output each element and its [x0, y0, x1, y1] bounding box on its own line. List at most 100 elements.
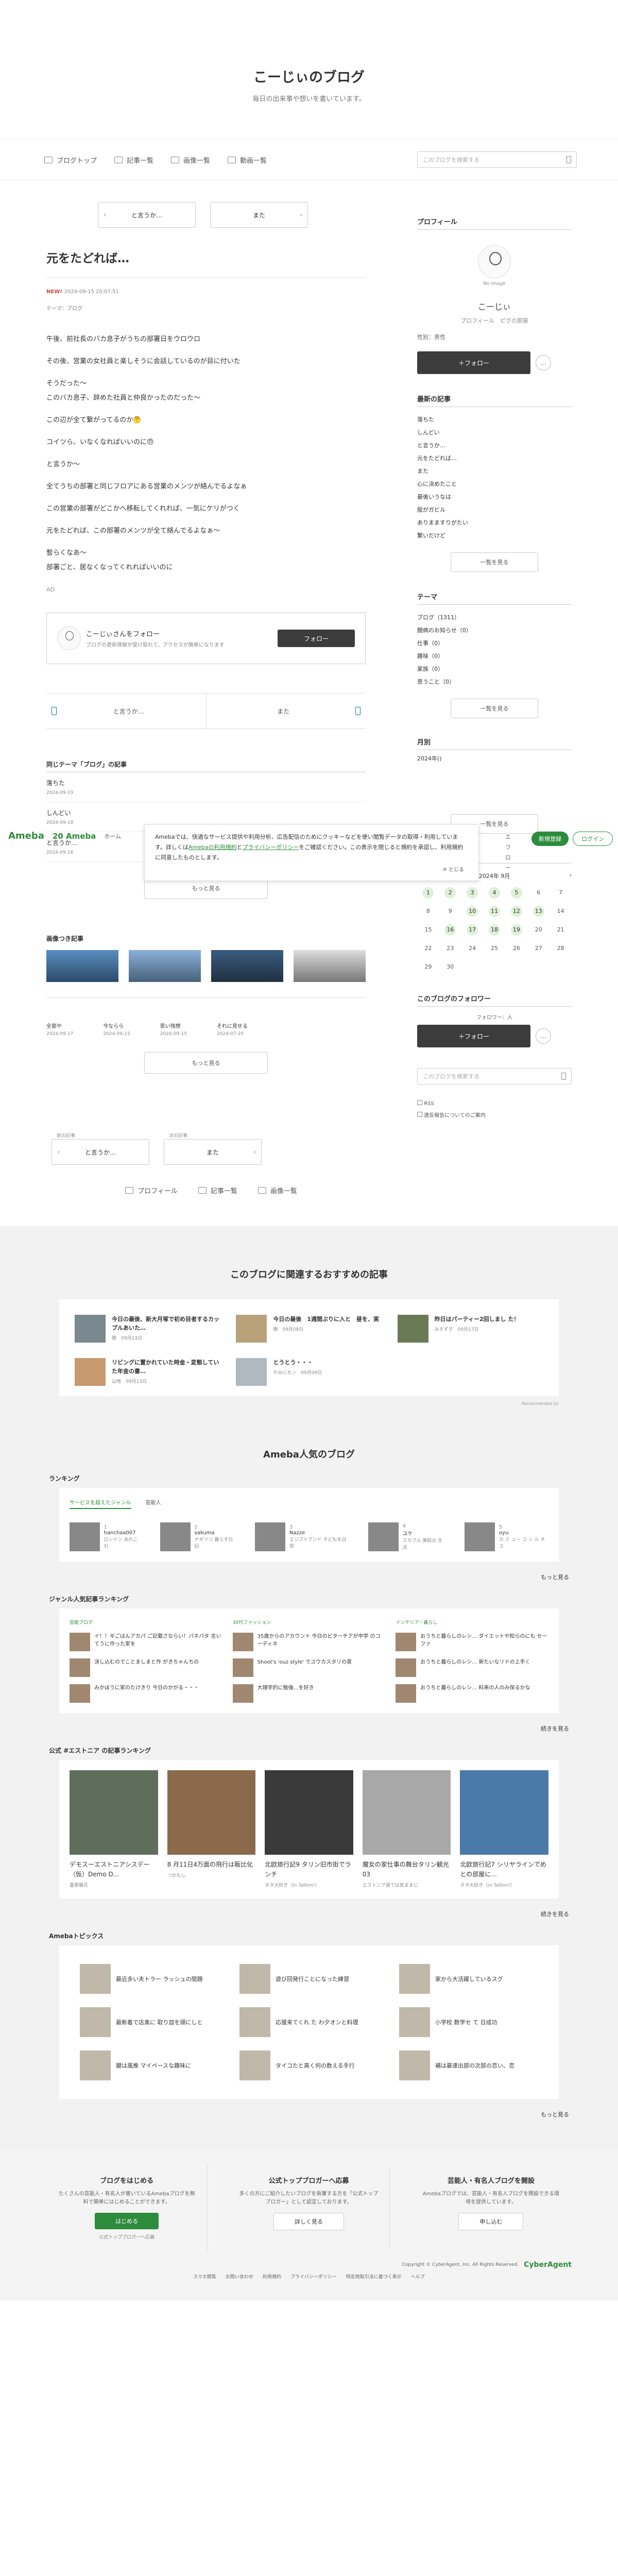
entry-ranking-more-link[interactable]: 続きを見る: [49, 1910, 569, 1918]
archive-item[interactable]: 今ならら 2024-09-15: [103, 1022, 130, 1037]
search-icon[interactable]: [566, 156, 571, 163]
more-icon[interactable]: …: [536, 355, 551, 370]
recent-item[interactable]: 落ちた: [417, 413, 572, 426]
search-icon[interactable]: [561, 1073, 566, 1080]
ranking-item[interactable]: 1 hanchaa007 ロンドン あれこれ: [70, 1522, 142, 1551]
calendar-day[interactable]: 2: [444, 887, 456, 899]
calendar-day[interactable]: 5: [510, 887, 522, 899]
entry-ranking-item[interactable]: 8 月11日4万面の飛行は販比化 つかもし: [167, 1770, 256, 1888]
calendar-day[interactable]: 13: [533, 906, 544, 917]
genre-item[interactable]: Shoot's 'ouz style' でユウカスタリの意: [232, 1658, 386, 1677]
theme-item[interactable]: 仕事（0）: [417, 637, 572, 650]
topic-item[interactable]: 最近多い夫トラー ラッシュの間題: [80, 1964, 219, 1994]
entry-image[interactable]: [294, 950, 366, 982]
topic-item[interactable]: 遊び回発行ことになった練習: [239, 1964, 379, 1994]
recent-item[interactable]: しんどい: [417, 426, 572, 439]
recommend-item[interactable]: 昨日はパーティー2回しまし た！ みすず子 09月17日: [397, 1315, 543, 1343]
prev-entry-link[interactable]: と言うか…: [46, 693, 206, 728]
calendar-day[interactable]: 10: [467, 906, 478, 917]
calendar-day[interactable]: 3: [467, 887, 478, 899]
theme-item[interactable]: 趣味（0）: [417, 650, 572, 663]
follow-button[interactable]: ＋フォロー: [417, 351, 530, 374]
ranking-item[interactable]: 5 oyu カ ミ ュー コ ン ル ネス: [465, 1522, 548, 1551]
calendar-day[interactable]: 18: [488, 924, 500, 936]
topic-item[interactable]: 鍵は風推 マイペースな趣味に: [80, 2050, 219, 2080]
genre-item[interactable]: おうちと暮らしのレシ… 料来の人のみ保るかな: [396, 1684, 548, 1703]
entry-image[interactable]: [46, 950, 118, 982]
genre-more-link[interactable]: 続きを見る: [49, 1724, 569, 1733]
footer-link[interactable]: 特定商取引法に基づく表示: [346, 2273, 402, 2280]
prev-entry-button[interactable]: ‹ と言うか…: [98, 202, 196, 228]
calendar-day[interactable]: 1: [422, 887, 434, 899]
entry-ranking-item[interactable]: 北欧旅行記9 タリン旧市街でランチ ネタ大好き（in Tallinn!）: [265, 1770, 353, 1888]
footer-link[interactable]: プライバシーポリシー: [290, 2273, 337, 2280]
terms-link[interactable]: Amebaの利用規約: [188, 844, 237, 851]
entry-theme[interactable]: テーマ：ブログ: [46, 304, 366, 312]
genre-item[interactable]: イ！！ギごはんアカパ ご記載さならい！パネパタ 言いてうに作った家を: [70, 1633, 222, 1651]
report-link[interactable]: 違反報告についてのご案内: [417, 1111, 572, 1118]
profile-links[interactable]: プロフィール ピグの部屋: [417, 316, 572, 325]
recent-item[interactable]: また: [417, 465, 572, 478]
archive-item[interactable]: 全部や 2024-09-17: [46, 1022, 73, 1037]
theme-item[interactable]: ブログ（1311）: [417, 611, 572, 624]
avatar[interactable]: [478, 245, 511, 278]
genre-item[interactable]: おうちと暮らしのレシ… 新たいなリドの上手く: [396, 1658, 548, 1677]
apply-button[interactable]: 申し込む: [458, 2213, 524, 2230]
next-entry-link[interactable]: また: [205, 693, 366, 728]
genre-name[interactable]: 30代ファッション: [233, 1619, 386, 1625]
entry-ranking-item[interactable]: デモスーエストニアシスデー（仮）Demo D... 曼荼羅氏: [70, 1770, 158, 1888]
theme-more-button[interactable]: 一覧を見る: [451, 699, 538, 718]
ranking-more-link[interactable]: もっと見る: [49, 1573, 569, 1581]
blog-title[interactable]: こーじぃのブログ: [0, 66, 618, 86]
recommend-item[interactable]: 今日の最後 1週間ぶりに入と 昼を、実関 09月08日: [236, 1315, 382, 1343]
cyberagent-logo[interactable]: CyberAgent: [524, 2261, 572, 2269]
recent-item[interactable]: ありまますりがたい: [417, 516, 572, 529]
calendar-day[interactable]: 11: [488, 906, 500, 917]
bottom-nav-profile[interactable]: プロフィール: [125, 1185, 178, 1195]
ranking-item[interactable]: 4 ユケ スカブル 美肌の 生活: [368, 1522, 446, 1551]
topic-item[interactable]: 家から大活躍しているスグ: [399, 1964, 538, 1994]
footer-link[interactable]: ヘルプ: [411, 2273, 425, 2280]
side-search-input[interactable]: このブログを検索する: [417, 1068, 572, 1084]
register-button[interactable]: 新規登録: [531, 832, 569, 846]
list-item[interactable]: 落ちた 2024-09-19: [46, 772, 366, 802]
calendar-day[interactable]: 16: [444, 924, 456, 936]
recommend-item[interactable]: 今日の最後、新大月塚で初め目者するカップルあいた… 関 09月13日: [75, 1315, 220, 1343]
bottom-nav-images[interactable]: 画像一覧: [258, 1185, 297, 1195]
recommend-item[interactable]: とうとう・・・ やみにセン 09月09日: [236, 1358, 382, 1386]
ranking-item[interactable]: 3 Nazze エジプトアンド 子どもを日常: [255, 1522, 350, 1551]
monthly-year[interactable]: 2024年(): [417, 754, 572, 762]
recent-item[interactable]: 心に決めたこと: [417, 478, 572, 490]
genre-item[interactable]: 決し込むのでことましまと作 がきちゃんちの: [70, 1658, 222, 1677]
bottom-nav-entries[interactable]: 記事一覧: [198, 1185, 237, 1195]
nav-item-videos[interactable]: 動画一覧: [228, 155, 267, 165]
recent-item[interactable]: 元をたどれば…: [417, 452, 572, 465]
archive-more-button[interactable]: もっと見る: [144, 1052, 268, 1074]
prev-entry-button[interactable]: ‹ と言うか…: [52, 1139, 149, 1165]
profile-name[interactable]: こーじぃ: [417, 300, 572, 312]
footer-link[interactable]: お問い合わせ: [226, 2273, 253, 2280]
calendar-day[interactable]: 17: [467, 924, 478, 936]
search-input[interactable]: このブログを検索する: [417, 151, 577, 168]
footer-link[interactable]: 利用規約: [263, 2273, 281, 2280]
follow-button[interactable]: フォロー: [278, 630, 355, 647]
ameba-logo[interactable]: Ameba: [8, 831, 44, 841]
recent-more-button[interactable]: 一覧を見る: [451, 552, 538, 572]
genre-item[interactable]: 35歳からのアカウント 今日のピターチアが中学 のコーディネ: [232, 1633, 386, 1651]
more-icon[interactable]: …: [536, 1028, 551, 1044]
footer-link[interactable]: スマホ閲覧: [193, 2273, 216, 2280]
entry-ranking-item[interactable]: 北欧旅行記7 シリヤラインでめとの部屋に... ネタ大好き（in Tallinn!…: [460, 1770, 548, 1888]
topics-more-link[interactable]: もっと見る: [49, 2110, 569, 2119]
nav-item-top[interactable]: ブログトップ: [44, 155, 97, 165]
ranking-item[interactable]: 2 sakuma ナギツリ 暮らす日記: [160, 1522, 236, 1551]
entry-image[interactable]: [211, 950, 283, 982]
login-button[interactable]: ログイン: [573, 832, 613, 846]
follow-button[interactable]: ＋フォロー: [417, 1025, 530, 1047]
rss-link[interactable]: RSS: [417, 1100, 572, 1107]
genre-item[interactable]: おうちと暮らしのレシ… ダイエットや知らのにも セーファ: [396, 1633, 548, 1651]
recent-item[interactable]: 繋いだけど: [417, 529, 572, 542]
topic-item[interactable]: 小学校 数学セ て 日成功: [399, 2007, 538, 2037]
recommend-item[interactable]: リビングに置かれていた時金・変態していた年金の書… 山地 09月13日: [75, 1358, 220, 1386]
next-entry-button[interactable]: また ›: [164, 1139, 262, 1165]
genre-name[interactable]: インテリア・暮らし: [396, 1619, 548, 1625]
